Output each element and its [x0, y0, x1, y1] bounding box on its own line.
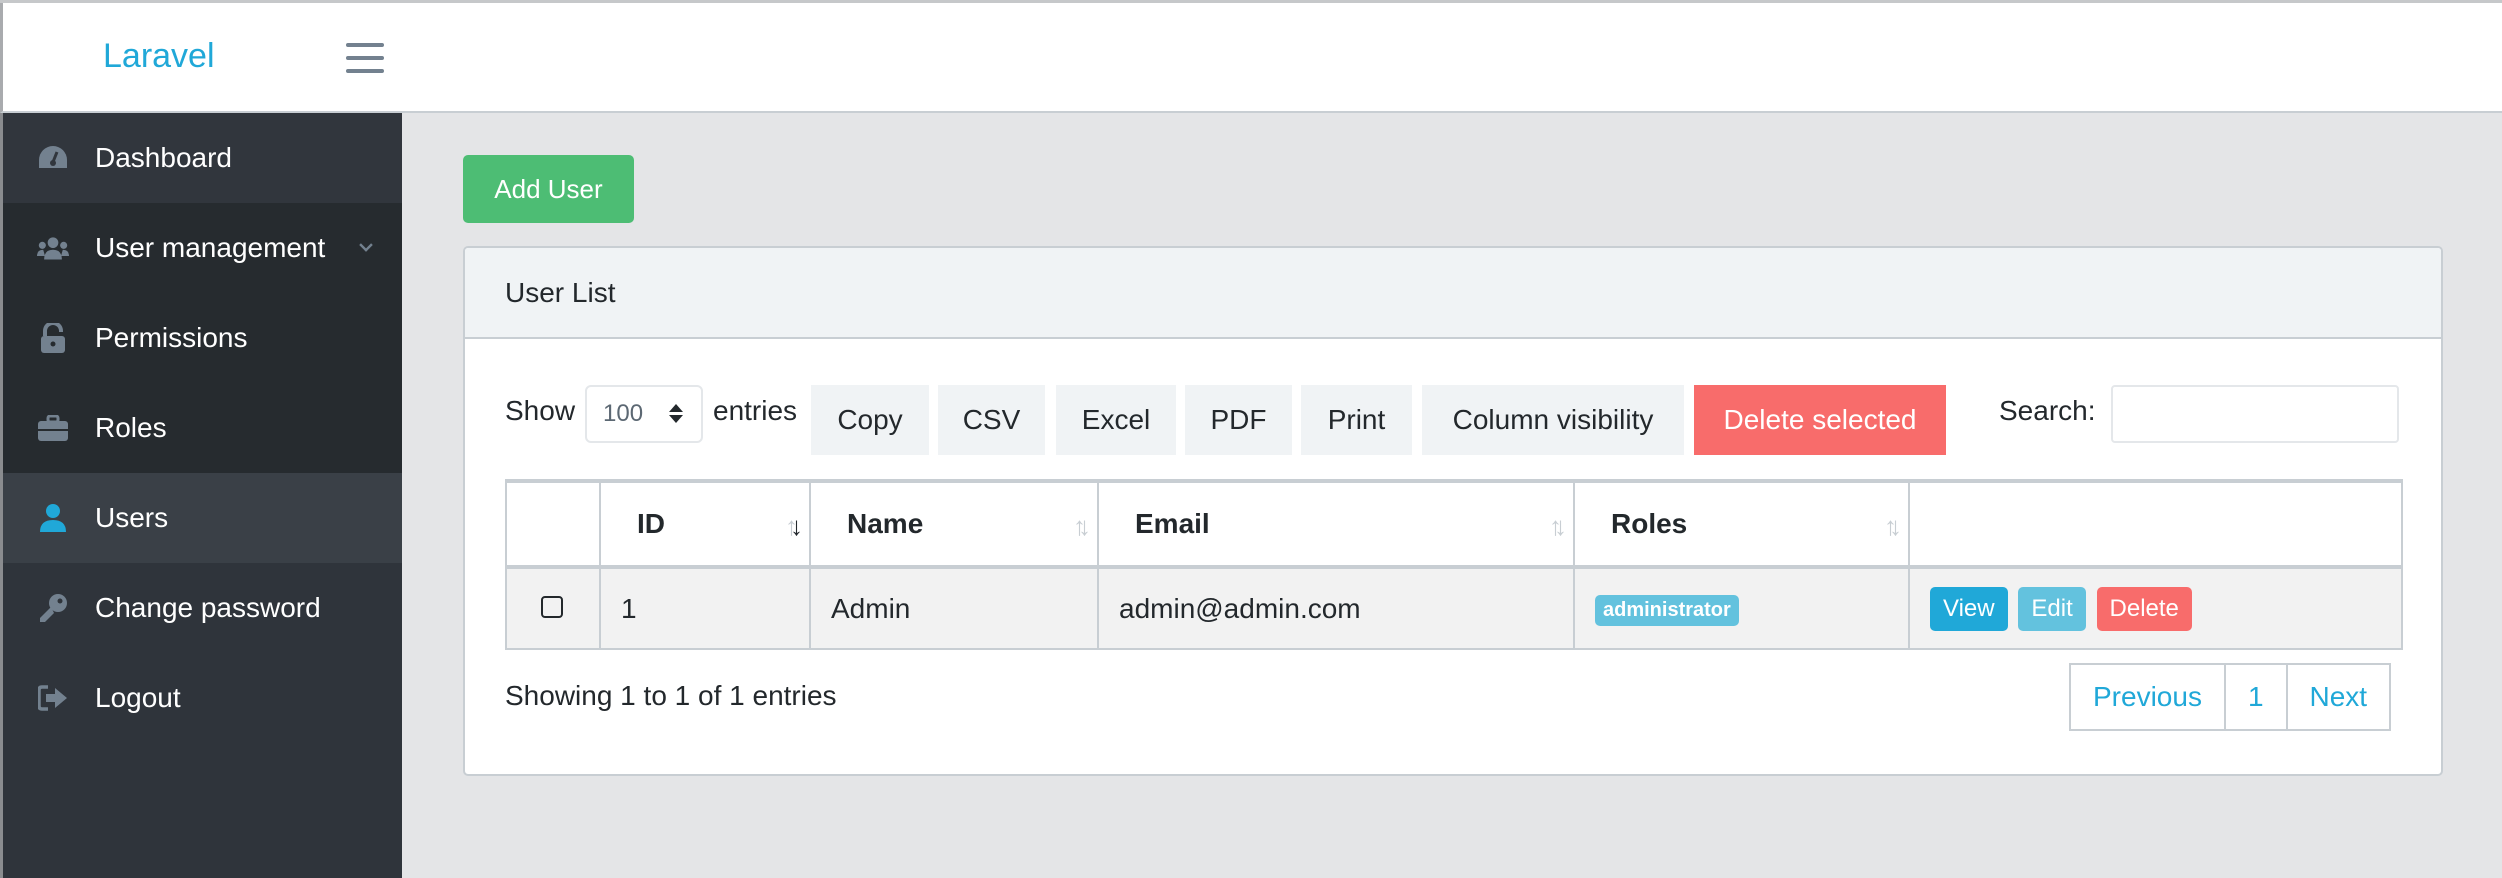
actions-column-header: [1908, 479, 2403, 569]
top-header: Laravel: [0, 3, 2502, 113]
column-header-id[interactable]: ID ↑↓: [599, 479, 811, 569]
edit-button[interactable]: Edit: [2018, 586, 2086, 631]
show-label: Show: [505, 395, 576, 426]
card-title: User List: [465, 248, 2441, 339]
users-table: ID ↑↓ Name ↑↓ Email ↑↓ Roles ↑↓ 1 Admin admi…: [505, 479, 2403, 650]
sort-desc-icon: ↑↓: [785, 511, 803, 541]
cell-actions: View Edit Delete: [1908, 566, 2403, 650]
cell-name: Admin: [809, 566, 1099, 650]
print-button[interactable]: Print: [1301, 385, 1412, 455]
sidebar-item-user-management[interactable]: User management: [3, 203, 402, 293]
table-toolbar: Show 100 entries Copy CSV Excel PDF Prin…: [505, 385, 2405, 455]
sidebar-item-label: Dashboard: [95, 142, 232, 173]
user-icon: [37, 502, 69, 534]
pagination: Previous 1 Next: [2069, 663, 2392, 731]
column-header-roles[interactable]: Roles ↑↓: [1573, 479, 1910, 569]
table-info: Showing 1 to 1 of 1 entries: [505, 680, 837, 711]
sidebar-item-label: Permissions: [95, 322, 248, 353]
role-badge: administrator: [1595, 595, 1739, 626]
tachometer-icon: [37, 142, 69, 174]
page-length-value: 100: [603, 400, 644, 427]
cell-id: 1: [599, 566, 811, 650]
column-visibility-button[interactable]: Column visibility: [1422, 385, 1684, 455]
select-arrows-icon: [669, 404, 683, 423]
select-column-header: [505, 479, 601, 569]
chevron-down-icon: [359, 238, 373, 252]
briefcase-icon: [37, 412, 69, 444]
page-length-select[interactable]: 100: [585, 385, 703, 443]
view-button[interactable]: View: [1930, 586, 2008, 631]
brand-logo[interactable]: Laravel: [103, 37, 215, 76]
csv-button[interactable]: CSV: [938, 385, 1045, 455]
sidebar-item-users[interactable]: Users: [3, 473, 402, 563]
delete-selected-button[interactable]: Delete selected: [1694, 385, 1946, 455]
cell-email: admin@admin.com: [1097, 566, 1575, 650]
previous-page-button[interactable]: Previous: [2071, 665, 2226, 729]
user-list-card: User List Show 100 entries Copy CSV Exce…: [463, 246, 2443, 776]
table-row: 1 Admin admin@admin.com administrator Vi…: [505, 566, 2403, 650]
hamburger-icon[interactable]: [346, 43, 384, 75]
search-label: Search:: [1999, 395, 2096, 426]
sidebar-item-logout[interactable]: Logout: [3, 653, 402, 743]
search-input[interactable]: [2111, 385, 2399, 443]
sidebar-item-permissions[interactable]: Permissions: [3, 293, 402, 383]
entries-label: entries: [713, 395, 798, 426]
sidebar-item-label: Roles: [95, 412, 167, 443]
delete-button[interactable]: Delete: [2096, 586, 2192, 631]
pdf-button[interactable]: PDF: [1185, 385, 1292, 455]
copy-button[interactable]: Copy: [811, 385, 929, 455]
cell-roles: administrator: [1573, 566, 1910, 650]
sort-icon: ↑↓: [1073, 511, 1091, 541]
row-select-cell: [505, 566, 601, 650]
page-1-button[interactable]: 1: [2226, 665, 2288, 729]
row-checkbox[interactable]: [541, 595, 563, 618]
sidebar-item-label: User management: [95, 232, 326, 263]
sidebar-item-dashboard[interactable]: Dashboard: [3, 113, 402, 203]
sort-icon: ↑↓: [1549, 511, 1567, 541]
add-user-button[interactable]: Add User: [463, 155, 634, 223]
key-icon: [37, 592, 69, 624]
column-header-name[interactable]: Name ↑↓: [809, 479, 1099, 569]
sidebar: Dashboard User management Permissions Ro…: [0, 113, 402, 878]
sidebar-item-label: Change password: [95, 592, 321, 623]
table-header-row: ID ↑↓ Name ↑↓ Email ↑↓ Roles ↑↓: [505, 479, 2403, 569]
sidebar-item-label: Users: [95, 502, 169, 533]
sort-icon: ↑↓: [1884, 511, 1902, 541]
users-icon: [37, 232, 69, 264]
sidebar-item-label: Logout: [95, 682, 181, 713]
excel-button[interactable]: Excel: [1056, 385, 1176, 455]
column-header-email[interactable]: Email ↑↓: [1097, 479, 1575, 569]
next-page-button[interactable]: Next: [2288, 665, 2390, 729]
sign-out-icon: [37, 682, 69, 714]
sidebar-item-change-password[interactable]: Change password: [3, 563, 402, 653]
sidebar-item-roles[interactable]: Roles: [3, 383, 402, 473]
sidebar-filler: [3, 743, 402, 878]
unlock-icon: [37, 322, 69, 354]
